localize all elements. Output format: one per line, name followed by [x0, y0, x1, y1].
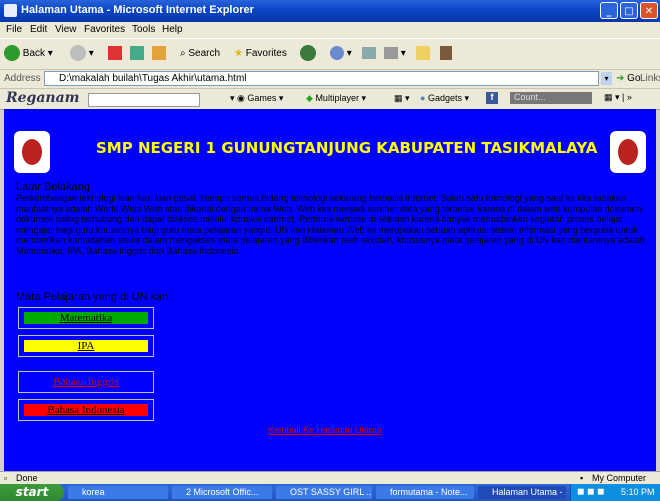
page-headline: SMP NEGERI 1 GUNUNGTANJUNG KABUPATEN TAS… [96, 139, 598, 157]
background-section-text: Perkembangan teknologi kian hari kian pe… [16, 193, 645, 256]
status-bar: ▫ Done ▪ My Computer [0, 471, 660, 485]
gadgets-icon: ● [420, 93, 426, 103]
refresh-button[interactable] [130, 44, 144, 64]
system-tray: ◼ ◼ ◼ 5:10 PM [570, 484, 660, 501]
forward-button[interactable]: ▾ [70, 44, 94, 64]
toolbar-options-icon[interactable]: ▦ ▾ | » [604, 92, 632, 103]
start-button[interactable]: start [0, 484, 64, 501]
window-title-bar[interactable]: Halaman Utama - Microsoft Internet Explo… [0, 0, 660, 22]
gadgets-link[interactable]: ● Gadgets ▾ [420, 93, 469, 104]
ie-icon [4, 4, 17, 17]
minimize-button[interactable]: _ [600, 2, 618, 19]
standard-toolbar: Back ▾ ▾ ⌕ Search ★ Favorites ▾ ▾ [0, 38, 660, 69]
research-button[interactable] [440, 44, 452, 64]
address-input[interactable]: D:\makalah builah\Tugas Akhir\utama.html [44, 71, 599, 86]
security-zone: My Computer [592, 473, 647, 483]
multiplayer-link[interactable]: ◆ Multiplayer ▾ [306, 93, 366, 104]
history-button[interactable]: ▾ [330, 44, 352, 64]
print-icon [384, 47, 398, 60]
go-arrow-icon: ➜ [616, 73, 625, 84]
reganam-brand[interactable]: Reganam [6, 90, 79, 106]
subject-box-bahasa-indonesia: Bahasa Indonesia [18, 399, 154, 421]
forward-arrow-icon [70, 45, 86, 62]
grid-icon[interactable]: ▦ ▾ [394, 93, 410, 104]
page-content: SMP NEGERI 1 GUNUNGTANJUNG KABUPATEN TAS… [4, 109, 656, 471]
subject-link-ipa[interactable]: IPA [24, 340, 148, 352]
tray-icons[interactable]: ◼ ◼ ◼ [577, 486, 604, 497]
window-title: Halaman Utama - Microsoft Internet Explo… [21, 4, 254, 16]
home-icon [152, 46, 166, 61]
subject-link-matematika[interactable]: Matematika [24, 312, 148, 324]
book-icon [440, 46, 452, 61]
menu-tools[interactable]: Tools [132, 24, 155, 35]
menu-bar: File Edit View Favorites Tools Help [0, 22, 660, 38]
task-ost[interactable]: OST SASSY GIRL ... [276, 486, 372, 499]
background-section-title: Latar Belakang [16, 181, 90, 193]
address-label: Address [4, 73, 41, 84]
menu-edit[interactable]: Edit [30, 24, 47, 35]
task-notepad[interactable]: formutama - Note... [376, 486, 474, 499]
address-bar: Address D:\makalah builah\Tugas Akhir\ut… [0, 69, 660, 88]
reganam-toolbar: Reganam ▾ ◉ Games ▾ ◆ Multiplayer ▾ ▦ ▾ … [0, 88, 660, 110]
emblem-icon [20, 137, 44, 167]
subjects-title: Mata Pelajaran yang di UN kan : [16, 291, 175, 303]
back-button[interactable]: Back ▾ [4, 44, 53, 64]
school-logo-left [14, 131, 50, 173]
school-logo-right [610, 131, 646, 173]
facebook-icon[interactable]: f [486, 92, 498, 104]
counter-widget[interactable]: Count... [510, 92, 592, 104]
menu-view[interactable]: View [55, 24, 77, 35]
windows-taskbar: start korea 2 Microsoft Offic... OST SAS… [0, 484, 660, 501]
media-icon [300, 45, 316, 62]
go-button[interactable]: ➜ Go [616, 73, 641, 84]
task-office[interactable]: 2 Microsoft Offic... [172, 486, 272, 499]
close-button[interactable]: ✕ [640, 2, 658, 19]
search-icon: ⌕ [180, 48, 186, 59]
subject-link-bahasa-indonesia[interactable]: Bahasa Indonesia [24, 404, 148, 416]
refresh-icon [130, 46, 144, 61]
emblem-icon [616, 137, 640, 167]
menu-favorites[interactable]: Favorites [84, 24, 125, 35]
back-arrow-icon [4, 45, 20, 62]
games-link[interactable]: ▾ ◉ Games ▾ [230, 93, 283, 104]
subject-box-bahasa-inggris: Bahasa Inggris [18, 371, 154, 393]
favorites-button[interactable]: ★ Favorites [234, 44, 287, 64]
folder-icon [416, 46, 430, 61]
star-icon: ★ [234, 48, 243, 59]
menu-file[interactable]: File [6, 24, 22, 35]
links-label[interactable]: Links [640, 73, 660, 84]
task-korea[interactable]: korea [68, 486, 168, 499]
multiplayer-icon: ◆ [306, 93, 313, 103]
media-button[interactable] [300, 44, 316, 64]
address-dropdown-icon[interactable]: ▾ [601, 72, 612, 85]
stop-icon [108, 46, 122, 61]
mail-button[interactable] [362, 44, 376, 64]
subject-box-matematika: Matematika [18, 307, 154, 329]
task-halaman-utama[interactable]: Halaman Utama - ... [478, 486, 566, 499]
clock: 5:10 PM [621, 487, 655, 497]
home-button[interactable] [152, 44, 166, 64]
subject-box-ipa: IPA [18, 335, 154, 357]
back-to-home-link[interactable]: Kembali Ke Halaman Utama [268, 425, 382, 435]
search-button[interactable]: ⌕ Search [180, 44, 220, 64]
mail-icon [362, 47, 376, 60]
history-icon [330, 46, 344, 61]
menu-help[interactable]: Help [162, 24, 183, 35]
status-page-icon: ▫ [4, 473, 8, 483]
stop-button[interactable] [108, 44, 122, 64]
print-button[interactable]: ▾ [384, 44, 406, 64]
status-text: Done [16, 473, 38, 483]
edit-button[interactable] [416, 44, 430, 64]
subject-link-bahasa-inggris[interactable]: Bahasa Inggris [24, 376, 148, 388]
computer-icon: ▪ [580, 473, 584, 483]
maximize-button[interactable]: □ [620, 2, 638, 19]
reganam-search-box[interactable] [88, 93, 200, 107]
